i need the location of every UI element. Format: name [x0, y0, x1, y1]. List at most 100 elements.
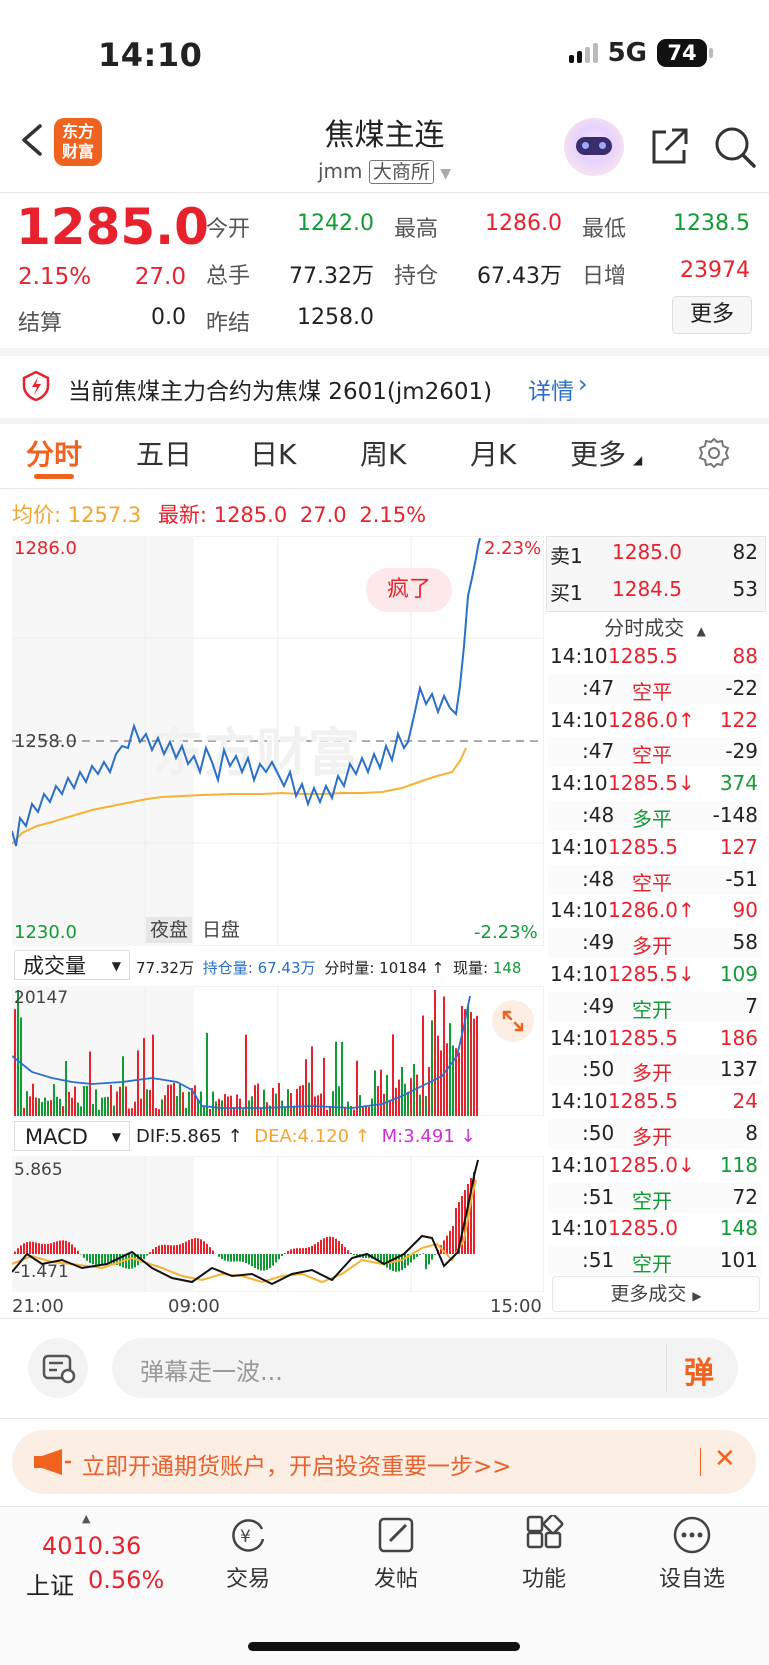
nav-watchlist-label: 设自选	[658, 1567, 725, 1592]
macd-bar	[266, 1254, 268, 1270]
night-session-tab[interactable]: 夜盘	[146, 917, 192, 943]
nav-watchlist[interactable]: 设自选	[642, 1515, 742, 1593]
trade-row: 14:10 1285.5↓ 374	[548, 769, 762, 799]
index-change-pct: 0.56%	[88, 1566, 165, 1594]
megaphone-icon	[34, 1449, 71, 1475]
trade-value: 空开	[632, 1188, 672, 1213]
robot-assistant-icon[interactable]	[564, 118, 624, 176]
close-icon[interactable]: ✕	[714, 1444, 736, 1474]
volume-bar	[281, 1100, 283, 1116]
macd-bar	[236, 1254, 238, 1262]
promo-banner[interactable]: 立即开通期货账户，开启投资重要一步>> ✕	[12, 1430, 756, 1494]
nav-trade[interactable]: ¥ 交易	[198, 1515, 298, 1593]
intraday-chart[interactable]: 东方财富	[12, 536, 544, 946]
chart-settings-button[interactable]	[697, 436, 731, 474]
volume-bar	[407, 1092, 409, 1116]
volume-bar	[332, 1091, 334, 1116]
volume-chart[interactable]	[12, 986, 544, 1116]
macd-bar	[308, 1247, 310, 1254]
trade-volume: 72	[732, 1184, 758, 1209]
buy-1-volume: 53	[732, 577, 758, 601]
trade-row: :48 空平 -51	[548, 864, 762, 895]
macd-bar	[38, 1243, 40, 1254]
volume-bar	[389, 1101, 391, 1116]
tab-intraday[interactable]: 分时	[26, 433, 82, 473]
macd-bar	[305, 1247, 307, 1254]
volume-bar	[185, 1107, 187, 1116]
tab-more[interactable]: 更多	[570, 433, 626, 473]
volume-bar	[167, 1084, 169, 1116]
volume-bar	[335, 1041, 337, 1116]
volume-bar	[290, 1092, 292, 1116]
macd-bar	[290, 1249, 292, 1254]
oi-value: 67.43万	[257, 959, 316, 977]
grid-icon	[526, 1515, 564, 1549]
more-trades-button[interactable]: 更多成交 ▶	[552, 1276, 760, 1312]
macd-selector-label: MACD	[25, 1125, 88, 1149]
notice-bar[interactable]: 当前焦煤主力合约为焦煤 2601(jm2601) 详情 ›	[0, 358, 769, 414]
volume-bar	[83, 1085, 85, 1116]
macd-bar	[299, 1248, 301, 1254]
nav-functions[interactable]: 功能	[494, 1515, 594, 1593]
volume-bar	[146, 1089, 148, 1116]
macd-bar	[212, 1250, 214, 1254]
y-axis-mid: 1258.0	[14, 731, 77, 752]
more-trades-label: 更多成交	[610, 1283, 687, 1305]
trade-volume: 186	[719, 1025, 758, 1050]
tab-weekly-k[interactable]: 周K	[360, 433, 406, 473]
danmaku-send-button[interactable]: 弹	[684, 1348, 714, 1392]
danmaku-settings-button[interactable]	[28, 1338, 88, 1398]
volume-bar	[458, 1052, 460, 1116]
macd-indicator-selector[interactable]: MACD ▼	[14, 1121, 130, 1151]
macd-bar	[182, 1243, 184, 1254]
current-price: 1285.0	[16, 198, 209, 256]
dea-value: DEA:4.120 ↑	[254, 1126, 370, 1147]
volume-bar	[65, 1060, 67, 1116]
tab-monthly-k[interactable]: 月K	[470, 433, 516, 473]
macd-bar	[284, 1253, 286, 1254]
volume-bar	[38, 1098, 40, 1116]
sentiment-bubble[interactable]: 疯了	[366, 568, 452, 612]
nav-post[interactable]: 发帖	[346, 1515, 446, 1593]
search-button[interactable]	[712, 124, 758, 174]
trade-value: 空开	[632, 997, 672, 1022]
volume-bar	[320, 1093, 322, 1116]
macd-bar	[170, 1245, 172, 1254]
promo-text: 立即开通期货账户，开启投资重要一步>>	[82, 1454, 512, 1480]
trade-volume: 58	[732, 930, 758, 955]
notice-detail-link[interactable]: 详情	[528, 372, 574, 406]
macd-bar	[104, 1254, 106, 1264]
more-quote-button[interactable]: 更多	[672, 296, 752, 334]
chevron-right-icon: ›	[578, 370, 588, 398]
macd-bar	[146, 1254, 148, 1256]
buy-1-row: 买1 1284.5 53	[548, 577, 762, 608]
macd-values: DIF:5.865 ↑ DEA:4.120 ↑ M:3.491 ↓	[136, 1126, 476, 1147]
macd-bar	[446, 1235, 448, 1254]
comment-input[interactable]: 弹幕走一波... 弹	[112, 1338, 738, 1398]
volume-bar	[449, 1023, 451, 1116]
volume-bar	[176, 1096, 178, 1116]
day-session-tab[interactable]: 日盘	[198, 917, 244, 943]
trade-value: 多开	[632, 1061, 672, 1086]
volume-indicator-selector[interactable]: 成交量 ▼	[14, 950, 130, 980]
tab-daily-k[interactable]: 日K	[250, 433, 296, 473]
macd-bar	[161, 1244, 163, 1254]
volume-bar	[143, 1038, 145, 1116]
trade-row: 14:10 1285.5 186	[548, 1024, 762, 1054]
macd-bar	[71, 1244, 73, 1254]
macd-bar	[185, 1241, 187, 1254]
share-button[interactable]	[648, 126, 690, 172]
macd-bar	[113, 1254, 115, 1265]
time-axis-end: 15:00	[490, 1296, 542, 1317]
macd-chart[interactable]	[12, 1156, 544, 1292]
volume-bar	[227, 1096, 229, 1116]
trade-volume: 374	[719, 771, 758, 796]
volume-bar	[152, 1034, 154, 1116]
macd-bar	[203, 1241, 205, 1254]
trade-row: 14:10 1285.5↓ 109	[548, 960, 762, 990]
volume-bar	[161, 1099, 163, 1116]
trades-header[interactable]: 分时成交 ▲	[546, 612, 764, 642]
tab-5day[interactable]: 五日	[136, 433, 192, 473]
trade-volume: -22	[725, 675, 758, 700]
expand-chart-button[interactable]	[492, 1000, 534, 1042]
